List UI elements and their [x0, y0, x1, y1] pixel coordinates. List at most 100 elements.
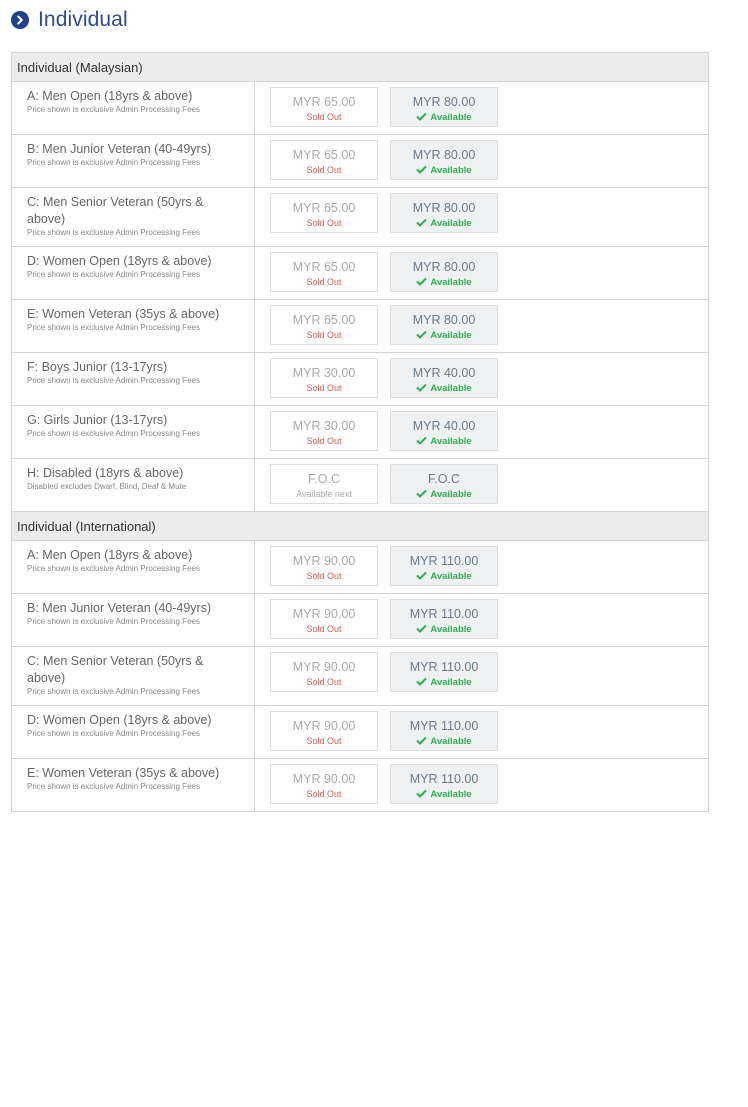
category-note: Price shown is exclusive Admin Processin… — [27, 376, 200, 385]
category-name: C: Men Senior Veteran (50yrs & above) — [27, 654, 204, 685]
ticket-row: F: Boys Junior (13-17yrs) Price shown is… — [12, 353, 708, 406]
early-price: MYR 90.00 — [292, 554, 356, 568]
regular-price-option[interactable]: MYR 80.00 Available — [390, 193, 498, 233]
category-cell: H: Disabled (18yrs & above) Disabled exc… — [12, 459, 255, 511]
check-icon — [416, 165, 428, 174]
category-note: Price shown is exclusive Admin Processin… — [27, 429, 200, 438]
category-name: A: Men Open (18yrs & above) — [27, 89, 193, 103]
early-status: Sold Out — [306, 624, 342, 634]
early-status: Sold Out — [306, 677, 342, 687]
ticket-row: D: Women Open (18yrs & above) Price show… — [12, 706, 708, 759]
check-icon — [416, 571, 428, 580]
early-status: Sold Out — [306, 383, 342, 393]
regular-price: MYR 80.00 — [412, 148, 476, 162]
price-cell: MYR 65.00 Sold Out MYR 80.00 Available — [255, 188, 708, 246]
early-price-option: MYR 65.00 Sold Out — [270, 252, 378, 292]
regular-price-option[interactable]: MYR 80.00 Available — [390, 87, 498, 127]
regular-price: MYR 40.00 — [412, 419, 476, 433]
early-price-option: MYR 90.00 Sold Out — [270, 546, 378, 586]
category-note: Price shown is exclusive Admin Processin… — [27, 564, 200, 573]
early-price: MYR 65.00 — [292, 260, 356, 274]
regular-price: MYR 40.00 — [412, 366, 476, 380]
ticket-row: C: Men Senior Veteran (50yrs & above) Pr… — [12, 647, 708, 706]
early-status: Sold Out — [306, 277, 342, 287]
regular-status: Available — [391, 330, 497, 341]
early-status: Available next — [296, 489, 352, 499]
early-status: Sold Out — [306, 165, 342, 175]
regular-status: Available — [391, 165, 497, 176]
regular-status-label: Available — [430, 624, 472, 635]
ticket-row: E: Women Veteran (35ys & above) Price sh… — [12, 759, 708, 812]
price-cell: F.O.C Available next F.O.C Available — [255, 459, 708, 511]
regular-price: MYR 110.00 — [409, 607, 479, 621]
ticket-row: A: Men Open (18yrs & above) Price shown … — [12, 82, 708, 135]
regular-status-label: Available — [430, 383, 472, 394]
category-name: G: Girls Junior (13-17yrs) — [27, 413, 168, 427]
regular-status-label: Available — [430, 677, 472, 688]
early-price: F.O.C — [308, 472, 340, 486]
early-price: MYR 65.00 — [292, 148, 356, 162]
category-name: D: Women Open (18yrs & above) — [27, 254, 212, 268]
regular-price-option[interactable]: MYR 110.00 Available — [390, 546, 498, 586]
check-icon — [416, 383, 428, 392]
regular-status: Available — [391, 677, 497, 688]
regular-status-label: Available — [430, 277, 472, 288]
regular-price: MYR 80.00 — [412, 95, 476, 109]
early-price: MYR 30.00 — [292, 419, 356, 433]
check-icon — [416, 112, 428, 121]
regular-price-option[interactable]: F.O.C Available — [390, 464, 498, 504]
regular-price-option[interactable]: MYR 110.00 Available — [390, 652, 498, 692]
category-cell: B: Men Junior Veteran (40-49yrs) Price s… — [12, 135, 255, 187]
price-cell: MYR 90.00 Sold Out MYR 110.00 Available — [255, 647, 708, 705]
early-price: MYR 65.00 — [292, 95, 356, 109]
regular-status: Available — [391, 489, 497, 500]
category-cell: A: Men Open (18yrs & above) Price shown … — [12, 541, 255, 593]
category-note: Price shown is exclusive Admin Processin… — [27, 270, 200, 279]
regular-price-option[interactable]: MYR 40.00 Available — [390, 358, 498, 398]
early-price: MYR 30.00 — [292, 366, 356, 380]
price-cell: MYR 30.00 Sold Out MYR 40.00 Available — [255, 406, 708, 458]
price-cell: MYR 65.00 Sold Out MYR 80.00 Available — [255, 135, 708, 187]
category-name: B: Men Junior Veteran (40-49yrs) — [27, 142, 212, 156]
regular-price-option[interactable]: MYR 110.00 Available — [390, 711, 498, 751]
regular-price-option[interactable]: MYR 80.00 Available — [390, 140, 498, 180]
regular-price: MYR 110.00 — [409, 554, 479, 568]
price-cell: MYR 65.00 Sold Out MYR 80.00 Available — [255, 300, 708, 352]
regular-status-label: Available — [430, 112, 472, 123]
price-cell: MYR 90.00 Sold Out MYR 110.00 Available — [255, 759, 708, 811]
regular-status: Available — [391, 736, 497, 747]
check-icon — [416, 218, 428, 227]
early-price: MYR 65.00 — [292, 313, 356, 327]
early-price-option: MYR 65.00 Sold Out — [270, 305, 378, 345]
check-icon — [416, 277, 428, 286]
check-icon — [416, 436, 428, 445]
early-price: MYR 90.00 — [292, 660, 356, 674]
check-icon — [416, 489, 428, 498]
regular-price-option[interactable]: MYR 40.00 Available — [390, 411, 498, 451]
early-price: MYR 90.00 — [292, 772, 356, 786]
regular-status-label: Available — [430, 736, 472, 747]
category-note: Price shown is exclusive Admin Processin… — [27, 105, 200, 114]
regular-price-option[interactable]: MYR 110.00 Available — [390, 764, 498, 804]
regular-status: Available — [391, 383, 497, 394]
category-cell: F: Boys Junior (13-17yrs) Price shown is… — [12, 353, 255, 405]
check-icon — [416, 624, 428, 633]
regular-price: MYR 80.00 — [412, 260, 476, 274]
early-price-option: MYR 90.00 Sold Out — [270, 599, 378, 639]
ticket-row: B: Men Junior Veteran (40-49yrs) Price s… — [12, 594, 708, 647]
category-note: Price shown is exclusive Admin Processin… — [27, 228, 200, 237]
early-price-option: MYR 30.00 Sold Out — [270, 358, 378, 398]
category-cell: E: Women Veteran (35ys & above) Price sh… — [12, 759, 255, 811]
regular-status: Available — [391, 624, 497, 635]
regular-price-option[interactable]: MYR 80.00 Available — [390, 305, 498, 345]
early-price-option: MYR 90.00 Sold Out — [270, 764, 378, 804]
early-price: MYR 90.00 — [292, 719, 356, 733]
regular-status: Available — [391, 789, 497, 800]
early-status: Sold Out — [306, 112, 342, 122]
category-note: Price shown is exclusive Admin Processin… — [27, 323, 200, 332]
chevron-right-circle-icon — [11, 11, 29, 29]
regular-price-option[interactable]: MYR 80.00 Available — [390, 252, 498, 292]
ticket-row: B: Men Junior Veteran (40-49yrs) Price s… — [12, 135, 708, 188]
category-note: Price shown is exclusive Admin Processin… — [27, 617, 200, 626]
regular-price-option[interactable]: MYR 110.00 Available — [390, 599, 498, 639]
